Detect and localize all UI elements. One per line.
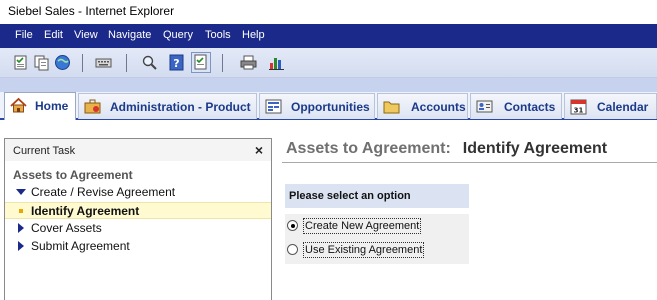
option-use-existing-agreement[interactable]: Use Existing Agreement: [287, 241, 465, 259]
window-titlebar: Siebel Sales - Internet Explorer: [0, 0, 657, 24]
toolbar-separator: [126, 54, 127, 72]
radio-button-selected[interactable]: [287, 220, 298, 231]
svg-text:?: ?: [173, 57, 179, 70]
menu-help[interactable]: Help: [242, 29, 265, 41]
calendar-icon: 31: [570, 99, 587, 115]
close-icon[interactable]: ×: [255, 142, 263, 158]
folder-icon: [383, 101, 400, 114]
task-name: Assets to Agreement: [13, 168, 133, 182]
menu-query[interactable]: Query: [163, 29, 193, 41]
toolbar: ?: [0, 48, 657, 78]
task-checklist-icon[interactable]: [191, 52, 211, 73]
copy-record-icon[interactable]: [33, 54, 50, 71]
task-pane-header-label: Current Task: [13, 145, 76, 157]
tab-label: Administration - Product: [110, 100, 251, 114]
task-step-label: Identify Agreement: [31, 204, 140, 218]
screen-tab-bar: Home Administration - Product Opportunit…: [0, 92, 657, 120]
tab-home[interactable]: Home: [4, 92, 76, 120]
menu-edit[interactable]: Edit: [44, 29, 63, 41]
option-label[interactable]: Use Existing Agreement: [303, 242, 425, 258]
tab-label: Home: [35, 99, 69, 113]
toolbar-separator: [82, 54, 83, 72]
task-step-create-revise-agreement[interactable]: Create / Revise Agreement: [5, 184, 271, 201]
new-record-icon[interactable]: [12, 54, 29, 71]
current-step-bullet-icon: [19, 209, 23, 213]
title-divider: [282, 162, 657, 163]
task-step-cover-assets[interactable]: Cover Assets: [5, 220, 271, 237]
tab-calendar[interactable]: 31 Calendar: [564, 93, 657, 119]
task-pane: Current Task × Assets to Agreement Creat…: [4, 138, 272, 300]
page-title-prefix: Assets to Agreement:: [286, 140, 451, 157]
help-icon[interactable]: ?: [168, 54, 185, 71]
option-list: Create New Agreement Use Existing Agreem…: [285, 214, 469, 264]
calendar-day-number: 31: [574, 107, 584, 115]
collapsed-triangle-icon: [18, 241, 24, 251]
page-title-step: Identify Agreement: [462, 140, 608, 157]
tab-label: Accounts: [411, 100, 466, 114]
toolbar-separator: [222, 54, 223, 72]
task-pane-header: Current Task ×: [5, 139, 271, 161]
menu-bar: File Edit View Navigate Query Tools Help: [0, 24, 657, 48]
toolbar-band: [0, 78, 657, 92]
page-title: Assets to Agreement: Identify Agreement: [286, 140, 607, 158]
print-icon[interactable]: [240, 54, 257, 71]
tab-contacts[interactable]: Contacts: [470, 93, 562, 119]
task-step-label: Create / Revise Agreement: [31, 185, 176, 199]
opportunity-icon: [265, 99, 282, 114]
briefcase-icon: [84, 99, 101, 114]
tab-accounts[interactable]: Accounts: [377, 93, 468, 119]
task-step-label: Cover Assets: [31, 221, 102, 235]
menu-navigate[interactable]: Navigate: [108, 29, 151, 41]
tab-label: Contacts: [504, 100, 556, 114]
task-step-submit-agreement[interactable]: Submit Agreement: [5, 238, 271, 255]
option-label[interactable]: Create New Agreement: [303, 218, 422, 234]
contact-card-icon: [476, 100, 493, 113]
chart-icon[interactable]: [268, 54, 285, 71]
collapsed-triangle-icon: [18, 223, 24, 233]
menu-view[interactable]: View: [74, 29, 98, 41]
keyboard-icon[interactable]: [95, 54, 112, 71]
window-title: Siebel Sales - Internet Explorer: [8, 4, 175, 18]
expanded-triangle-icon: [16, 189, 26, 195]
menu-tools[interactable]: Tools: [205, 29, 231, 41]
option-create-new-agreement[interactable]: Create New Agreement: [287, 217, 465, 235]
tab-opportunities[interactable]: Opportunities: [259, 93, 375, 119]
menu-file[interactable]: File: [15, 29, 33, 41]
option-prompt: Please select an option: [289, 190, 411, 202]
radio-button[interactable]: [287, 244, 298, 255]
home-icon: [10, 97, 27, 113]
tab-administration-product[interactable]: Administration - Product: [78, 93, 257, 119]
task-step-identify-agreement[interactable]: Identify Agreement: [5, 202, 271, 219]
tab-label: Calendar: [597, 100, 649, 114]
task-step-label: Submit Agreement: [31, 239, 130, 253]
tab-label: Opportunities: [291, 100, 370, 114]
option-prompt-header: Please select an option: [285, 184, 469, 208]
globe-icon[interactable]: [54, 54, 71, 71]
magnifier-icon[interactable]: [141, 54, 158, 71]
